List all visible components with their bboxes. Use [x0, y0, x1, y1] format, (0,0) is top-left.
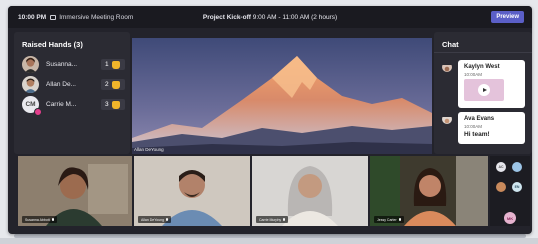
mic-icon [51, 218, 54, 221]
chat-message[interactable]: Kaylyn West 10:00AM [458, 60, 525, 108]
chat-message[interactable]: Ava Evans 10:00AM Hi team! [458, 112, 525, 144]
chat-text: Hi team! [464, 131, 490, 138]
chat-sender: Ava Evans [464, 116, 495, 122]
avatar [22, 76, 39, 93]
chat-avatar [442, 114, 452, 124]
roster-avatar[interactable]: EN [512, 182, 522, 192]
roster-avatar[interactable] [496, 182, 506, 192]
participant-name: Allan DeYoung [141, 217, 165, 222]
divider [434, 52, 532, 53]
chat-timestamp: 10:00AM [464, 124, 483, 129]
raised-hand-item[interactable]: CM Carrie M... 3 [22, 96, 126, 116]
raised-hand-icon [111, 60, 120, 69]
chat-sender: Kaylyn West [464, 64, 500, 70]
top-bar: 10:00 PM Immersive Meeting Room Project … [8, 6, 532, 28]
raised-hand-name: Allan De... [46, 81, 76, 88]
chat-timestamp: 10:00AM [464, 72, 483, 77]
roster-avatar[interactable]: MK [504, 212, 516, 224]
hand-order-badge: 3 [101, 99, 125, 110]
teams-room-screen: 10:00 PM Immersive Meeting Room Project … [8, 6, 532, 234]
presence-indicator [34, 108, 42, 116]
participant-name: Susanna Abbott [25, 217, 50, 222]
room-name: Immersive Meeting Room [59, 13, 134, 21]
participant-name-label: Susanna Abbott [22, 216, 57, 223]
desk-surface [0, 238, 538, 244]
roster-avatar[interactable]: AC [496, 162, 506, 172]
roster-avatar[interactable] [512, 162, 522, 172]
raised-hand-name: Carrie M... [46, 101, 77, 108]
chat-avatar [442, 62, 452, 72]
hand-order-badge: 1 [101, 59, 125, 70]
chat-panel: Chat Kaylyn West 10:00AM Ava Evans 10:00… [434, 32, 532, 154]
avatar [22, 56, 39, 73]
participant-name-label: Allan DeYoung [138, 216, 172, 223]
monitor-base [14, 234, 526, 238]
participant-tile[interactable]: Jessy Carter [370, 156, 488, 226]
mountain-image [132, 38, 432, 154]
hand-order-number: 1 [105, 61, 109, 68]
participant-name-label: Carrie Murphy [256, 216, 289, 223]
raised-hand-icon [111, 100, 120, 109]
mic-icon [283, 218, 286, 221]
preview-button[interactable]: Preview [491, 11, 524, 23]
raised-hand-item[interactable]: Susanna... 1 [22, 56, 126, 74]
participant-name: Carrie Murphy [259, 217, 282, 222]
video-attachment[interactable] [464, 79, 504, 101]
participant-tile[interactable]: Allan DeYoung [134, 156, 250, 226]
hand-order-number: 3 [105, 101, 109, 108]
chat-title: Chat [442, 40, 459, 49]
raised-hands-panel: Raised Hands (3) Susanna... 1 Allan De..… [14, 32, 130, 154]
participant-name: Jessy Carter [377, 217, 397, 222]
meeting-time: 9:00 AM - 11:00 AM (2 hours) [252, 13, 338, 21]
mic-icon [398, 218, 401, 221]
participant-roster: AC EN MK [490, 156, 530, 226]
play-icon[interactable] [478, 84, 490, 96]
hand-order-badge: 2 [101, 79, 125, 90]
participant-tile[interactable]: Susanna Abbott [18, 156, 132, 226]
presenter-label: Allan DeYoung [134, 147, 164, 152]
meeting-title: Project Kick-off [202, 13, 251, 21]
room-icon [50, 14, 57, 20]
hand-order-number: 2 [105, 81, 109, 88]
clock: 10:00 PM [18, 13, 47, 21]
raised-hand-name: Susanna... [46, 61, 78, 68]
participant-tile[interactable]: Carrie Murphy [252, 156, 368, 226]
main-stage-video[interactable]: Allan DeYoung [132, 38, 432, 154]
participant-name-label: Jessy Carter [374, 216, 404, 223]
mic-icon [166, 218, 169, 221]
raised-hand-item[interactable]: Allan De... 2 [22, 76, 126, 94]
raised-hands-title: Raised Hands (3) [22, 40, 83, 49]
raised-hand-icon [111, 80, 120, 89]
